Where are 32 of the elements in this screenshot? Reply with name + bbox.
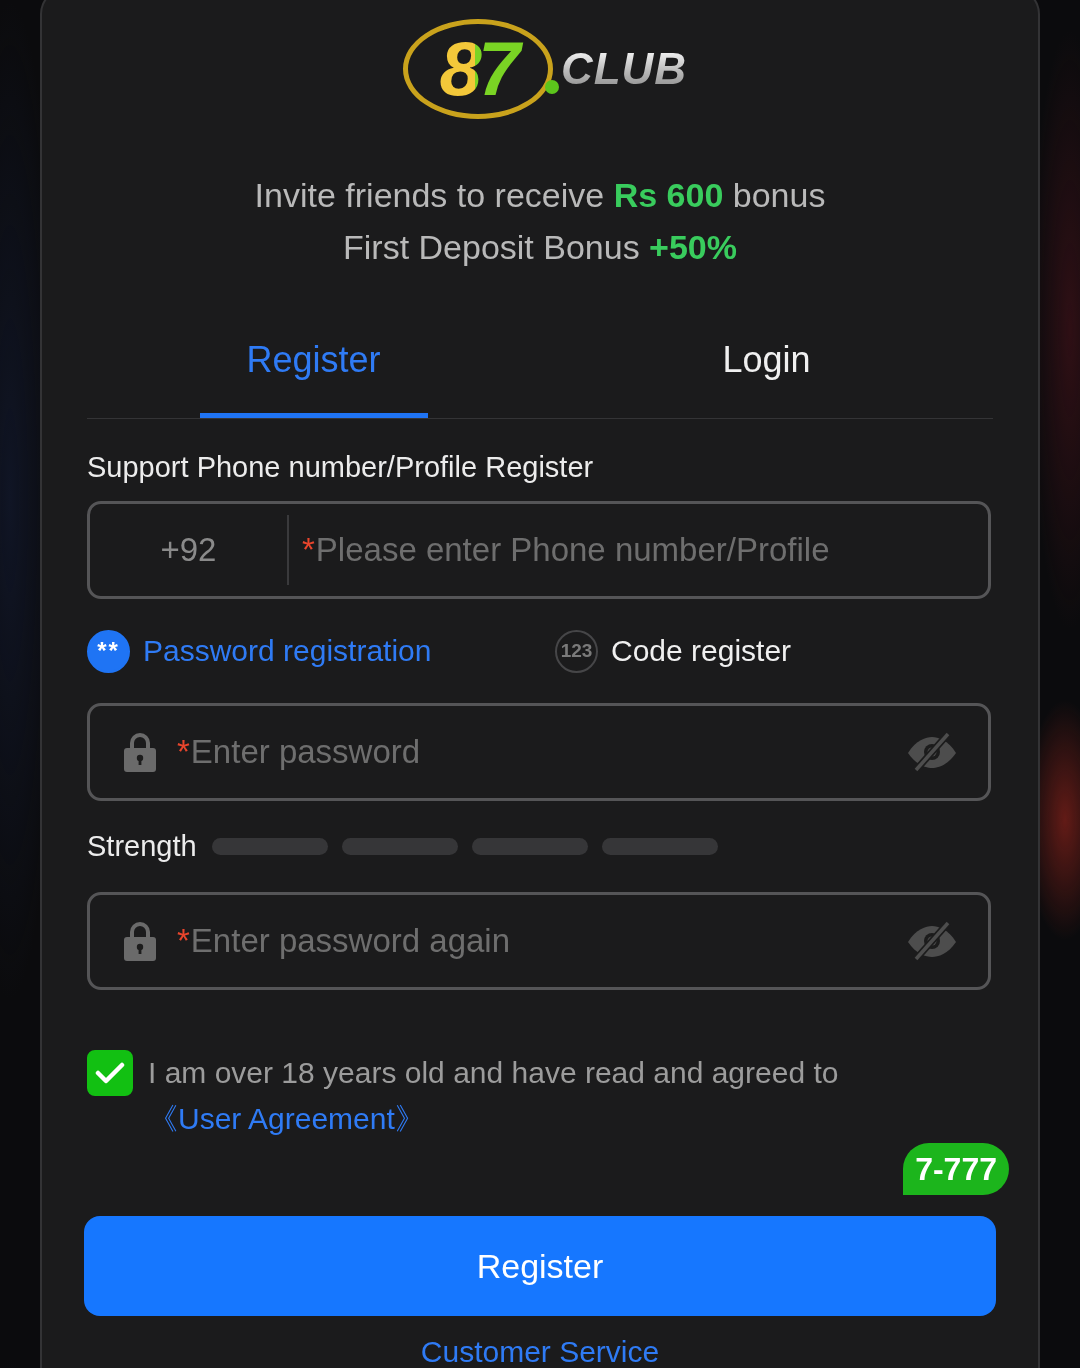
confirm-password-field[interactable]: *Enter password again	[87, 892, 991, 990]
phone-input[interactable]: Please enter Phone number/Profile	[315, 529, 988, 570]
logo-dot-icon	[544, 79, 559, 94]
required-mark: *	[177, 922, 190, 961]
promo-bubble: 7-777	[903, 1143, 1009, 1195]
registration-mode-option[interactable]: ** Password registration	[87, 629, 432, 673]
field-label: Support Phone number/Profile Register	[87, 449, 595, 485]
register-button[interactable]: Register	[84, 1216, 996, 1316]
mode-badge: **	[87, 629, 130, 673]
promo-text: Invite friends to receive Rs 600 bonus	[253, 174, 827, 216]
lock-icon	[124, 731, 156, 772]
agreement-checkbox[interactable]	[87, 1050, 133, 1096]
confirm-password-input[interactable]: Enter password again	[190, 921, 906, 962]
customer-service-link[interactable]: Customer Service	[420, 1335, 660, 1368]
user-agreement-link[interactable]: 《User Agreement》	[148, 1102, 425, 1135]
required-mark: *	[302, 530, 315, 569]
check-icon	[95, 1062, 125, 1084]
lock-icon	[124, 921, 156, 962]
required-mark: *	[177, 732, 190, 771]
tab[interactable]: Login	[540, 331, 993, 418]
promo-text: First Deposit Bonus +50%	[342, 226, 738, 268]
eye-slash-icon[interactable]	[906, 921, 958, 962]
password-field[interactable]: *Enter password	[87, 702, 991, 801]
mode-badge: 123	[555, 629, 598, 673]
registration-mode-option[interactable]: 123 Code register	[555, 629, 792, 673]
strength-label: Strength	[87, 829, 197, 863]
country-code[interactable]: +92	[90, 530, 287, 569]
agreement-text: I am over 18 years old and have read and agreed to 《User Agreement》	[148, 1055, 840, 1137]
phone-field[interactable]: +92 *Please enter Phone number/Profile	[87, 500, 991, 600]
eye-slash-icon[interactable]	[906, 731, 958, 772]
logo-mark: 87	[402, 19, 553, 120]
password-input[interactable]: Enter password	[190, 731, 906, 772]
